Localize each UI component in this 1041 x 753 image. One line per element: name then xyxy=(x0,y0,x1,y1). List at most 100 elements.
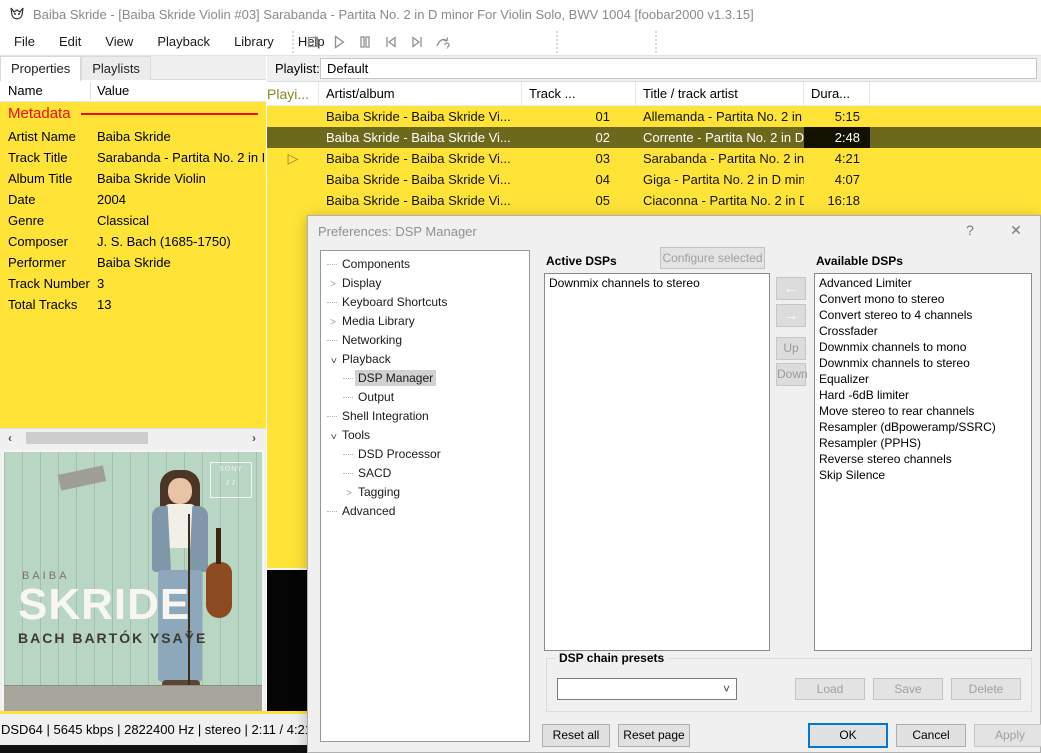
playing-cell xyxy=(267,190,319,211)
next-button[interactable] xyxy=(404,30,430,54)
tree-item-components[interactable]: Components xyxy=(321,255,529,274)
chevron-right-icon[interactable]: > xyxy=(327,313,339,332)
available-dsp-item[interactable]: Move stereo to rear channels xyxy=(815,403,1031,419)
chevron-right-icon[interactable]: > xyxy=(343,484,355,503)
close-icon[interactable]: ✕ xyxy=(1002,222,1030,242)
reset-page-button[interactable]: Reset page xyxy=(618,724,690,747)
available-dsp-item[interactable]: Hard -6dB limiter xyxy=(815,387,1031,403)
tab-properties[interactable]: Properties xyxy=(0,56,81,81)
reset-all-button[interactable]: Reset all xyxy=(542,724,610,747)
chevron-right-icon[interactable]: > xyxy=(327,275,339,294)
duration-cell: 4:07 xyxy=(804,169,870,190)
playlist-label: Playlist: xyxy=(275,61,320,76)
available-dsp-item[interactable]: Skip Silence xyxy=(815,467,1031,483)
preset-combobox[interactable]: ˅ xyxy=(557,678,737,700)
tree-item-networking[interactable]: Networking xyxy=(321,331,529,350)
scrollbar-thumb[interactable] xyxy=(26,432,148,444)
available-dsp-item[interactable]: Downmix channels to mono xyxy=(815,339,1031,355)
available-dsp-item[interactable]: Equalizer xyxy=(815,371,1031,387)
property-row[interactable]: Artist NameBaiba Skride xyxy=(0,126,266,147)
property-row[interactable]: PerformerBaiba Skride xyxy=(0,252,266,273)
configure-selected-button[interactable]: Configure selected xyxy=(660,247,765,269)
chevron-expanded-icon[interactable]: > xyxy=(324,355,343,367)
column-divider[interactable] xyxy=(90,82,91,100)
move-right-button[interactable]: → xyxy=(776,304,806,327)
available-dsp-item[interactable]: Resampler (dBpoweramp/SSRC) xyxy=(815,419,1031,435)
tree-item-dsp-manager[interactable]: DSP Manager xyxy=(321,369,529,388)
scroll-left-icon[interactable]: ‹ xyxy=(2,430,18,446)
available-dsp-item[interactable]: Resampler (PPHS) xyxy=(815,435,1031,451)
artist-album-cell: Baiba Skride - Baiba Skride Vi... xyxy=(319,127,522,148)
property-value: Classical xyxy=(97,210,264,231)
property-row[interactable]: Track TitleSarabanda - Partita No. 2 in … xyxy=(0,147,266,168)
column-header-name[interactable]: Name xyxy=(8,83,43,98)
chevron-down-icon[interactable]: ˅ xyxy=(723,682,730,696)
scroll-right-icon[interactable]: › xyxy=(246,430,262,446)
move-up-button[interactable]: Up xyxy=(776,337,806,360)
available-dsp-item[interactable]: Convert stereo to 4 channels xyxy=(815,307,1031,323)
available-dsp-item[interactable]: Advanced Limiter xyxy=(815,275,1031,291)
tree-item-advanced[interactable]: Advanced xyxy=(321,502,529,521)
load-button[interactable]: Load xyxy=(795,678,865,700)
column-header-track[interactable]: Track ... xyxy=(522,82,636,105)
playlist-row[interactable]: Baiba Skride - Baiba Skride Vi...04Giga … xyxy=(267,169,1041,190)
menu-view[interactable]: View xyxy=(93,28,145,56)
help-button[interactable]: ? xyxy=(956,222,984,242)
move-left-button[interactable]: ← xyxy=(776,277,806,300)
save-button[interactable]: Save xyxy=(873,678,943,700)
delete-button[interactable]: Delete xyxy=(951,678,1021,700)
playlist-selector[interactable]: Default xyxy=(320,58,1037,79)
tree-item-shell-integration[interactable]: Shell Integration xyxy=(321,407,529,426)
available-dsp-item[interactable]: Reverse stereo channels xyxy=(815,451,1031,467)
column-header-title[interactable]: Title / track artist xyxy=(636,82,804,105)
property-row[interactable]: Album TitleBaiba Skride Violin xyxy=(0,168,266,189)
column-header-value[interactable]: Value xyxy=(97,83,129,98)
property-row[interactable]: GenreClassical xyxy=(0,210,266,231)
pause-button[interactable] xyxy=(352,30,378,54)
available-dsp-item[interactable]: Downmix channels to stereo xyxy=(815,355,1031,371)
tree-item-media-library[interactable]: >Media Library xyxy=(321,312,529,331)
previous-button[interactable] xyxy=(378,30,404,54)
dialog-title-bar[interactable]: Preferences: DSP Manager ? ✕ xyxy=(308,216,1040,246)
menu-library[interactable]: Library xyxy=(222,28,286,56)
menu-file[interactable]: File xyxy=(2,28,47,56)
column-header-artist-album[interactable]: Artist/album xyxy=(319,82,522,105)
menu-playback[interactable]: Playback xyxy=(145,28,222,56)
active-dsps-list[interactable]: Downmix channels to stereo xyxy=(544,273,770,651)
tree-item-display[interactable]: >Display xyxy=(321,274,529,293)
column-header-duration[interactable]: Dura... xyxy=(804,82,870,105)
tree-item-tools[interactable]: >Tools xyxy=(321,426,529,445)
playlist-row[interactable]: ▷Baiba Skride - Baiba Skride Vi...03Sara… xyxy=(267,148,1041,169)
play-button[interactable] xyxy=(326,30,352,54)
playlist-row[interactable]: Baiba Skride - Baiba Skride Vi...01Allem… xyxy=(267,106,1041,127)
active-dsp-item[interactable]: Downmix channels to stereo xyxy=(545,275,769,291)
ok-button[interactable]: OK xyxy=(808,723,888,748)
tree-item-playback[interactable]: >Playback xyxy=(321,350,529,369)
available-dsps-list[interactable]: Advanced LimiterConvert mono to stereoCo… xyxy=(814,273,1032,651)
properties-hscrollbar[interactable]: ‹ › xyxy=(0,428,266,446)
chevron-expanded-icon[interactable]: > xyxy=(324,431,343,443)
window-title: Baiba Skride - [Baiba Skride Violin #03]… xyxy=(33,7,754,22)
property-row[interactable]: Total Tracks13 xyxy=(0,294,266,315)
playlist-row[interactable]: Baiba Skride - Baiba Skride Vi...02Corre… xyxy=(267,127,1041,148)
tree-item-keyboard-shortcuts[interactable]: Keyboard Shortcuts xyxy=(321,293,529,312)
available-dsp-item[interactable]: Convert mono to stereo xyxy=(815,291,1031,307)
title-bar: Baiba Skride - [Baiba Skride Violin #03]… xyxy=(0,0,1041,28)
property-row[interactable]: Date2004 xyxy=(0,189,266,210)
random-button[interactable] xyxy=(430,30,456,54)
property-row[interactable]: Track Number3 xyxy=(0,273,266,294)
available-dsp-item[interactable]: Crossfader xyxy=(815,323,1031,339)
tree-item-dsd-processor[interactable]: DSD Processor xyxy=(321,445,529,464)
tree-item-tagging[interactable]: >Tagging xyxy=(321,483,529,502)
menu-edit[interactable]: Edit xyxy=(47,28,93,56)
tree-item-sacd[interactable]: SACD xyxy=(321,464,529,483)
playlist-row[interactable]: Baiba Skride - Baiba Skride Vi...05Ciaco… xyxy=(267,190,1041,211)
stop-button[interactable] xyxy=(300,30,326,54)
tab-playlists[interactable]: Playlists xyxy=(81,56,151,80)
apply-button[interactable]: Apply xyxy=(974,724,1041,747)
cancel-button[interactable]: Cancel xyxy=(896,724,966,747)
move-down-button[interactable]: Down xyxy=(776,363,806,386)
column-header-playing[interactable]: Playi... xyxy=(267,82,319,105)
tree-item-output[interactable]: Output xyxy=(321,388,529,407)
property-row[interactable]: ComposerJ. S. Bach (1685-1750) xyxy=(0,231,266,252)
